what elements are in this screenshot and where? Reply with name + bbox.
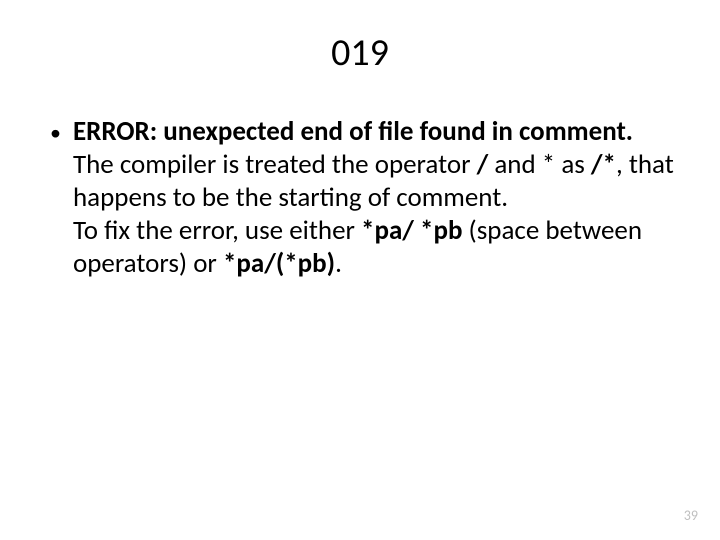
text-segment: .: [335, 247, 342, 280]
page-number: 39: [684, 507, 698, 524]
slide-content: • ERROR: unexpected end of file found in…: [40, 116, 680, 281]
bullet-item: • ERROR: unexpected end of file found in…: [50, 116, 680, 281]
bullet-icon: •: [50, 116, 73, 149]
fix-option-1: *pa/ *pb: [361, 214, 462, 247]
slide-title: 019: [40, 30, 680, 76]
operator-comment: /*: [591, 148, 616, 181]
bullet-text: ERROR: unexpected end of file found in c…: [73, 116, 680, 281]
text-segment: The compiler is treated the operator: [73, 148, 477, 181]
error-line: ERROR: unexpected end of file found in c…: [73, 115, 633, 148]
operator-slash: /: [477, 148, 489, 181]
fix-option-2: *pa/(*pb): [223, 247, 335, 280]
slide: 019 • ERROR: unexpected end of file foun…: [0, 0, 720, 540]
text-segment: and * as: [488, 148, 591, 181]
text-segment: To fix the error, use either: [73, 214, 361, 247]
